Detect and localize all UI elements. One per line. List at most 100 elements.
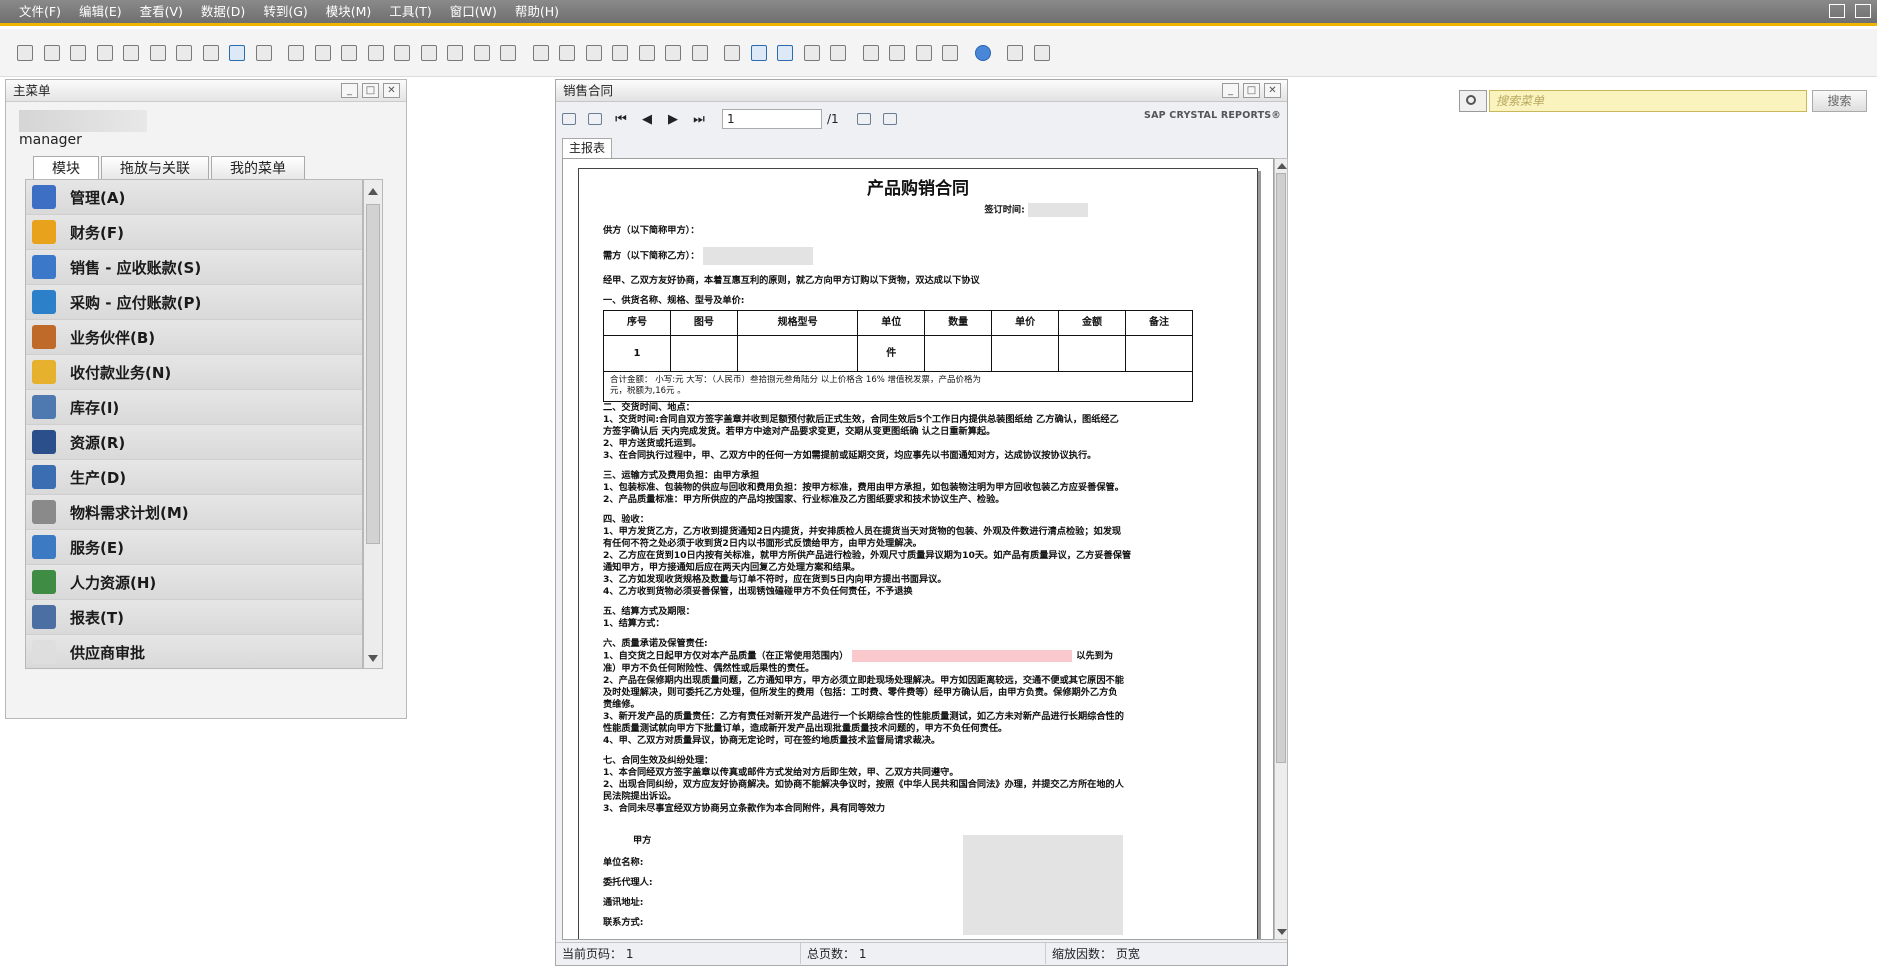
help-icon[interactable]	[972, 42, 994, 64]
export-icon[interactable]	[94, 42, 116, 64]
module-item[interactable]: 供应商审批	[26, 635, 362, 668]
first-record-icon[interactable]	[338, 42, 360, 64]
copy-report-icon[interactable]	[586, 110, 604, 128]
export-report-icon[interactable]	[560, 110, 578, 128]
menu-window[interactable]: 窗口(W)	[441, 0, 506, 25]
module-item[interactable]: 资源(R)	[26, 425, 362, 460]
gross-profit-icon[interactable]	[636, 42, 658, 64]
main-menu-panel: 主菜单 _ □ ✕ manager 模块 拖放与关联 我的菜单 管理(A) 财务(…	[5, 79, 407, 719]
calculator-icon[interactable]	[913, 42, 935, 64]
module-item[interactable]: 业务伙伴(B)	[26, 320, 362, 355]
menu-data[interactable]: 数据(D)	[192, 0, 254, 25]
close-icon[interactable]: ✕	[1264, 83, 1281, 98]
last-record-icon[interactable]	[418, 42, 440, 64]
minimize-icon[interactable]	[1829, 4, 1845, 18]
module-item-label: 库存(I)	[70, 398, 120, 417]
menu-goto[interactable]: 转到(G)	[254, 0, 316, 25]
alert-mail-icon[interactable]	[886, 42, 908, 64]
restore-icon[interactable]	[1855, 4, 1871, 18]
module-item[interactable]: 采购 - 应付账款(P)	[26, 285, 362, 320]
document-icon[interactable]	[147, 42, 169, 64]
maximize-icon[interactable]: □	[362, 83, 379, 98]
print-preview-icon[interactable]	[14, 42, 36, 64]
module-item[interactable]: 物料需求计划(M)	[26, 495, 362, 530]
menu-modules[interactable]: 模块(M)	[317, 0, 381, 25]
refresh-icon[interactable]	[444, 42, 466, 64]
target-document-icon[interactable]	[556, 42, 578, 64]
tab-drag-relate[interactable]: 拖放与关联	[101, 156, 209, 180]
section-6-heading: 六、质量承诺及保管责任:	[603, 638, 708, 649]
paste-icon[interactable]	[200, 42, 222, 64]
search-input[interactable]: 搜索菜单	[1489, 90, 1807, 112]
close-icon[interactable]: ✕	[383, 83, 400, 98]
module-item[interactable]: 人力资源(H)	[26, 565, 362, 600]
scroll-thumb[interactable]	[366, 204, 380, 544]
minimize-icon[interactable]: _	[1222, 83, 1239, 98]
module-item[interactable]: 生产(D)	[26, 460, 362, 495]
calendar-icon[interactable]	[860, 42, 882, 64]
scroll-thumb[interactable]	[1276, 173, 1286, 763]
fax-icon[interactable]	[120, 42, 142, 64]
scroll-down-icon[interactable]	[1277, 929, 1287, 935]
search-icon[interactable]	[1459, 90, 1487, 112]
edit-icon[interactable]	[721, 42, 743, 64]
message-icon[interactable]	[801, 42, 823, 64]
module-item[interactable]: 服务(E)	[26, 530, 362, 565]
menu-view[interactable]: 查看(V)	[131, 0, 192, 25]
scroll-down-icon[interactable]	[368, 655, 378, 662]
lock-icon[interactable]	[253, 42, 275, 64]
sort-icon[interactable]	[497, 42, 519, 64]
find-icon[interactable]	[855, 110, 873, 128]
volume-icon[interactable]	[662, 42, 684, 64]
next-page-icon[interactable]: ▶	[664, 110, 682, 128]
approve-icon[interactable]	[774, 42, 796, 64]
module-item[interactable]: 销售 - 应收账款(S)	[26, 250, 362, 285]
maximize-icon[interactable]: □	[1243, 83, 1260, 98]
search-button[interactable]: 搜索	[1812, 90, 1867, 112]
new-record-icon[interactable]	[312, 42, 334, 64]
layout-icon[interactable]	[1004, 42, 1026, 64]
settings-icon[interactable]	[689, 42, 711, 64]
next-record-icon[interactable]	[391, 42, 413, 64]
previous-record-icon[interactable]	[365, 42, 387, 64]
add-document-icon[interactable]	[748, 42, 770, 64]
tab-modules[interactable]: 模块	[33, 156, 99, 180]
payment-icon[interactable]	[609, 42, 631, 64]
move-icon[interactable]	[226, 42, 248, 64]
menu-help[interactable]: 帮助(H)	[506, 0, 568, 25]
scroll-up-icon[interactable]	[368, 188, 378, 195]
org-chart-icon[interactable]	[939, 42, 961, 64]
filter-icon[interactable]	[471, 42, 493, 64]
journal-icon[interactable]	[583, 42, 605, 64]
module-item[interactable]: 收付款业务(N)	[26, 355, 362, 390]
chat-icon[interactable]	[827, 42, 849, 64]
copy-icon[interactable]	[173, 42, 195, 64]
module-list-scrollbar[interactable]	[363, 179, 383, 669]
module-item[interactable]: 财务(F)	[26, 215, 362, 250]
menu-tools[interactable]: 工具(T)	[380, 0, 440, 25]
sales-tag-icon	[32, 255, 56, 279]
module-item[interactable]: 库存(I)	[26, 390, 362, 425]
menu-edit[interactable]: 编辑(E)	[70, 0, 131, 25]
last-page-icon[interactable]: ⏭	[690, 110, 708, 128]
report-scrollbar[interactable]	[1274, 158, 1288, 940]
body-line: 1、自交货之日起甲方仅对本产品质量（在正常使用范围内） 以先到为	[603, 650, 1114, 662]
window-icon[interactable]	[1031, 42, 1053, 64]
menu-file[interactable]: 文件(F)	[10, 0, 70, 25]
page-number-input[interactable]: 1	[722, 109, 822, 129]
scroll-up-icon[interactable]	[1277, 163, 1287, 169]
module-item[interactable]: 管理(A)	[26, 180, 362, 215]
previous-page-icon[interactable]: ◀	[638, 110, 656, 128]
module-item-label: 人力资源(H)	[70, 573, 157, 592]
zoom-icon[interactable]	[881, 110, 899, 128]
binoculars-icon[interactable]	[285, 42, 307, 64]
email-icon[interactable]	[67, 42, 89, 64]
base-document-icon[interactable]	[530, 42, 552, 64]
first-page-icon[interactable]: ⏮	[612, 110, 630, 128]
tab-my-menu[interactable]: 我的菜单	[211, 156, 305, 180]
print-icon[interactable]	[41, 42, 63, 64]
tab-main-report[interactable]: 主报表	[562, 138, 613, 158]
module-item[interactable]: 报表(T)	[26, 600, 362, 635]
section-4-body: 1、甲方发货乙方，乙方收到提货通知2日内提货，并安排质检人员在提货当天对货物的包…	[603, 526, 1233, 598]
minimize-icon[interactable]: _	[341, 83, 358, 98]
